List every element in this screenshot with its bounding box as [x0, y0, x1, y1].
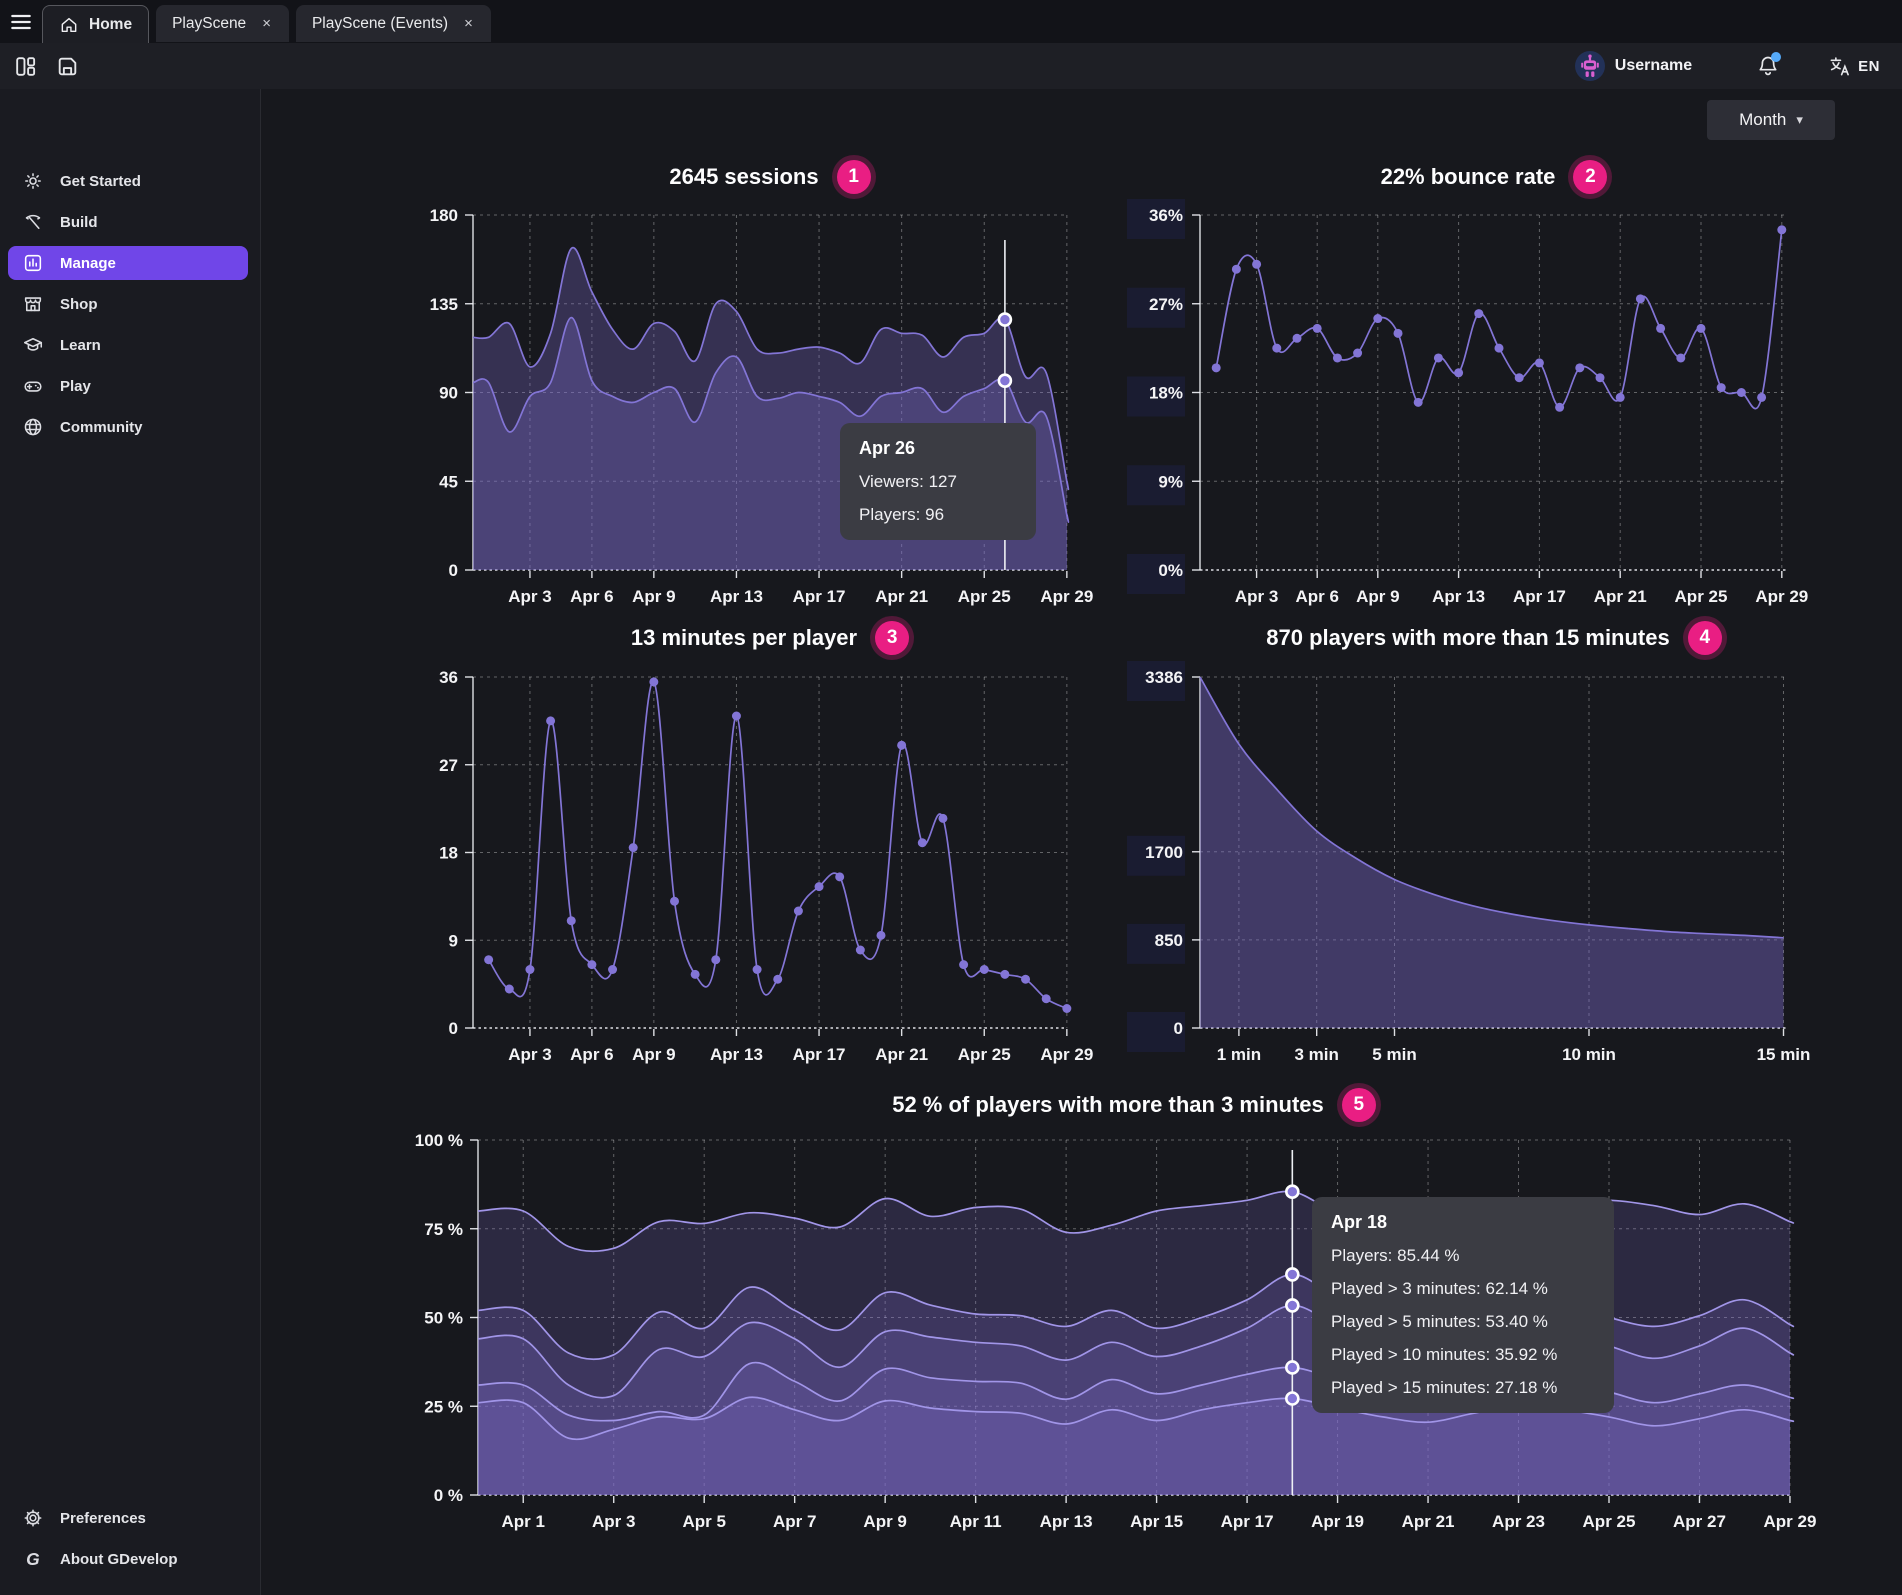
chart-title-bounce: 22% bounce rate 2 [1200, 157, 1788, 197]
gear-icon [22, 1507, 44, 1529]
step-badge-4[interactable]: 4 [1688, 621, 1722, 655]
tooltip-row: Played > 3 minutes: 62.14 % [1331, 1279, 1595, 1299]
sidebar-item-build[interactable]: Build [8, 205, 248, 239]
home-icon-wrap [59, 15, 79, 35]
toolbar: Username EN [0, 43, 1902, 89]
tab-label: Home [89, 16, 132, 34]
sidebar-item-get-started[interactable]: Get Started [8, 164, 248, 198]
user-profile-button[interactable]: Username [1575, 51, 1692, 81]
home-icon [59, 15, 79, 35]
close-icon[interactable]: × [260, 15, 273, 32]
chart-title-minutes: 13 minutes per player 3 [473, 618, 1067, 658]
close-icon[interactable]: × [462, 15, 475, 32]
chart-title-sessions: 2645 sessions 1 [473, 157, 1067, 197]
sidebar-item-label: Get Started [60, 173, 141, 190]
chart-title-text: 22% bounce rate [1381, 164, 1556, 190]
globe-icon [22, 416, 44, 438]
save-button[interactable] [50, 49, 84, 83]
step-badge-2[interactable]: 2 [1573, 160, 1607, 194]
tab-bar: Home PlayScene × PlayScene (Events) × [0, 0, 1902, 43]
chart-title-text: 2645 sessions [669, 164, 818, 190]
sidebar-item-play[interactable]: Play [8, 369, 248, 403]
chart-icon [22, 252, 44, 274]
translate-icon [1828, 55, 1851, 78]
tab-label: PlayScene (Events) [312, 15, 448, 33]
gamepad-icon [22, 375, 44, 397]
notifications-button[interactable] [1752, 50, 1784, 82]
storefront-icon [22, 293, 44, 315]
hamburger-menu-button[interactable] [0, 0, 42, 43]
sidebar-item-label: Preferences [60, 1510, 146, 1527]
toolbar-right-group: Username EN [1575, 43, 1880, 89]
svg-text:G: G [26, 1549, 40, 1569]
gear-icon-wrap [22, 1507, 44, 1529]
avatar [1575, 51, 1605, 81]
pickaxe-icon-wrap [22, 211, 44, 233]
pickaxe-icon [22, 211, 44, 233]
save-icon [55, 54, 80, 79]
chart-title-text: 13 minutes per player [631, 625, 857, 651]
sidebar-item-label: Play [60, 378, 91, 395]
tab-label: PlayScene [172, 15, 246, 33]
username-label: Username [1615, 57, 1692, 75]
tooltip-title: Apr 18 [1331, 1212, 1595, 1233]
tab-playscene-events[interactable]: PlayScene (Events) × [296, 5, 491, 42]
sidebar: Get Started Build Manage Shop Learn Play Commu… [0, 89, 261, 1595]
sidebar-item-label: Community [60, 419, 143, 436]
tooltip-row: Played > 10 minutes: 35.92 % [1331, 1345, 1595, 1365]
gdevelop-logo-icon-wrap: G [22, 1548, 44, 1570]
chart-title-text: 52 % of players with more than 3 minutes [892, 1092, 1324, 1118]
graduation-cap-icon [22, 334, 44, 356]
hamburger-icon [8, 9, 34, 35]
sidebar-item-label: Learn [60, 337, 101, 354]
sidebar-item-label: Shop [60, 296, 98, 313]
language-selector[interactable]: EN [1828, 55, 1880, 78]
sidebar-item-manage[interactable]: Manage [8, 246, 248, 280]
globe-icon-wrap [22, 416, 44, 438]
sidebar-item-learn[interactable]: Learn [8, 328, 248, 362]
chart-title-engagement: 52 % of players with more than 3 minutes… [478, 1085, 1790, 1125]
sun-icon-wrap [22, 170, 44, 192]
tooltip-row: Players: 85.44 % [1331, 1246, 1595, 1266]
sidebar-item-about-gdevelop[interactable]: G About GDevelop [8, 1542, 248, 1576]
chart-title-retention: 870 players with more than 15 minutes 4 [1200, 618, 1788, 658]
layout-panels-icon [13, 54, 38, 79]
chart-tooltip-engagement: Apr 18 Players: 85.44 % Played > 3 minutes… [1312, 1197, 1614, 1413]
gdevelop-logo-icon: G [22, 1548, 44, 1570]
tab-playscene[interactable]: PlayScene × [156, 5, 289, 42]
graduation-cap-icon-wrap [22, 334, 44, 356]
sidebar-item-preferences[interactable]: Preferences [8, 1501, 248, 1535]
tooltip-row: Players: 96 [859, 505, 1017, 525]
tooltip-row: Played > 5 minutes: 53.40 % [1331, 1312, 1595, 1332]
sidebar-item-shop[interactable]: Shop [8, 287, 248, 321]
chevron-down-icon: ▾ [1796, 112, 1803, 128]
sidebar-item-community[interactable]: Community [8, 410, 248, 444]
sidebar-item-label: Manage [60, 255, 116, 272]
layout-panels-button[interactable] [8, 49, 42, 83]
tooltip-row: Viewers: 127 [859, 472, 1017, 492]
chart-tooltip-sessions: Apr 26 Viewers: 127 Players: 96 [840, 423, 1036, 540]
period-dropdown[interactable]: Month ▾ [1707, 100, 1835, 140]
step-badge-3[interactable]: 3 [875, 621, 909, 655]
chart-title-text: 870 players with more than 15 minutes [1266, 625, 1669, 651]
tooltip-row: Played > 15 minutes: 27.18 % [1331, 1378, 1595, 1398]
tab-home[interactable]: Home [42, 5, 149, 43]
tooltip-title: Apr 26 [859, 438, 1017, 459]
gamepad-icon-wrap [22, 375, 44, 397]
sun-icon [22, 170, 44, 192]
step-badge-1[interactable]: 1 [837, 160, 871, 194]
sidebar-item-label: Build [60, 214, 98, 231]
step-badge-5[interactable]: 5 [1342, 1088, 1376, 1122]
language-code: EN [1858, 58, 1880, 75]
sidebar-item-label: About GDevelop [60, 1551, 178, 1568]
chart-icon-wrap [22, 252, 44, 274]
main-content [261, 89, 1902, 1595]
period-dropdown-label: Month [1739, 110, 1786, 130]
storefront-icon-wrap [22, 293, 44, 315]
